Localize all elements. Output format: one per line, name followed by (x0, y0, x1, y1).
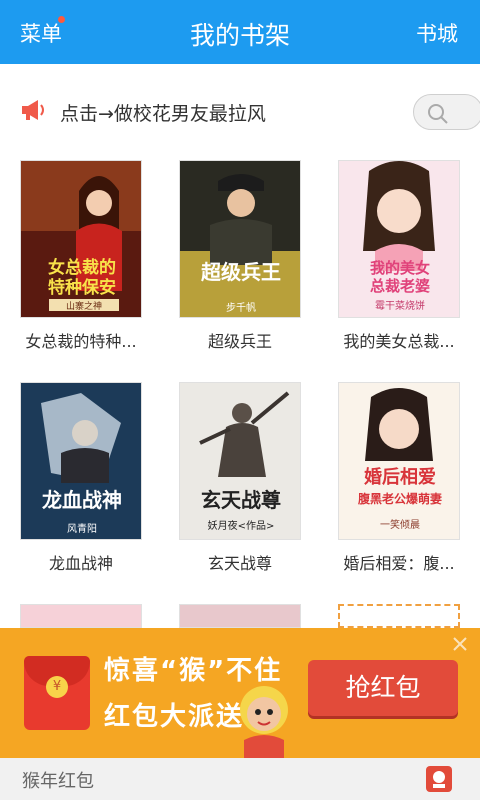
svg-text:特种保安: 特种保安 (48, 277, 116, 298)
coin-icon: ¥ (46, 676, 68, 698)
svg-text:总裁老婆: 总裁老婆 (370, 277, 430, 295)
svg-text:我的美女: 我的美女 (370, 259, 430, 277)
app-header: 菜单 我的书架 书城 (0, 0, 480, 64)
svg-text:玄天战尊: 玄天战尊 (201, 488, 281, 512)
grab-red-envelope-button[interactable]: 抢红包 (308, 660, 458, 716)
bottom-label: 猴年红包 (22, 771, 94, 792)
book-cover[interactable]: 玄天战尊 妖月夜<作品> (179, 382, 301, 540)
book-cover-partial[interactable] (20, 604, 142, 628)
red-envelope-icon: ¥ (24, 656, 90, 730)
search-icon (428, 104, 448, 124)
monkey-seal-icon[interactable] (424, 764, 454, 794)
book-title: 龙血战神 (48, 554, 113, 573)
book-item[interactable]: 超级兵王 步千帆 超级兵王 (179, 160, 301, 352)
book-cover[interactable]: 婚后相爱 腹黑老公爆萌妻 一笑倾晨 (338, 382, 460, 540)
megaphone-icon (20, 98, 48, 126)
book-item[interactable]: 婚后相爱 腹黑老公爆萌妻 一笑倾晨 婚后相爱：腹... (338, 382, 460, 574)
cover-subtitle: 腹黑老公爆萌妻 (358, 491, 442, 506)
promo-banner[interactable]: ¥ 惊喜“猴”不住 红包大派送 抢红包 (0, 628, 480, 758)
book-cover[interactable]: 龙血战神 风青阳 (20, 382, 142, 540)
promo-subline: 红包大派送 (104, 702, 245, 732)
bookstore-button[interactable]: 书城 (416, 18, 458, 48)
book-item[interactable]: 龙血战神 风青阳 龙血战神 (20, 382, 142, 574)
cover-author: 风青阳 (67, 522, 97, 535)
add-book-slot[interactable] (338, 604, 460, 628)
svg-text:龙血战神: 龙血战神 (42, 488, 122, 512)
book-item[interactable]: 女总裁的 特种保安 山寨之神 女总裁的特种... (20, 160, 142, 352)
cover-author: 妖月夜<作品> (208, 519, 275, 532)
cover-author: 步千帆 (226, 301, 256, 314)
search-button[interactable] (413, 94, 480, 130)
book-item[interactable]: 玄天战尊 妖月夜<作品> 玄天战尊 (179, 382, 301, 574)
book-cover[interactable]: 我的美女 总裁老婆 霉干菜烧饼 (338, 160, 460, 318)
cover-title: 女总裁的 (48, 257, 116, 278)
book-title: 女总裁的特种... (25, 332, 137, 351)
notice-link[interactable]: 点击→做校花男友最拉风 (60, 99, 266, 126)
book-title: 玄天战尊 (207, 554, 272, 573)
cover-author: 山寨之神 (66, 300, 102, 312)
book-title: 超级兵王 (207, 332, 272, 351)
book-cover-partial[interactable] (179, 604, 301, 628)
book-cover[interactable]: 超级兵王 步千帆 (179, 160, 301, 318)
svg-text:超级兵王: 超级兵王 (200, 260, 281, 284)
book-cover[interactable]: 女总裁的 特种保安 山寨之神 (20, 160, 142, 318)
book-title: 我的美女总裁... (343, 332, 455, 351)
cover-author: 霉干菜烧饼 (375, 299, 425, 312)
bottom-bar: 猴年红包 (0, 758, 480, 800)
close-icon[interactable] (452, 636, 468, 652)
monkey-mascot-icon (240, 686, 288, 758)
page-title: 我的书架 (189, 21, 290, 50)
svg-text:婚后相爱: 婚后相爱 (364, 466, 436, 488)
book-item[interactable]: 我的美女 总裁老婆 霉干菜烧饼 我的美女总裁... (338, 160, 460, 352)
book-title: 婚后相爱：腹... (343, 554, 455, 573)
cover-author: 一笑倾晨 (380, 518, 420, 531)
notice-bar[interactable]: 点击→做校花男友最拉风 (0, 64, 480, 156)
